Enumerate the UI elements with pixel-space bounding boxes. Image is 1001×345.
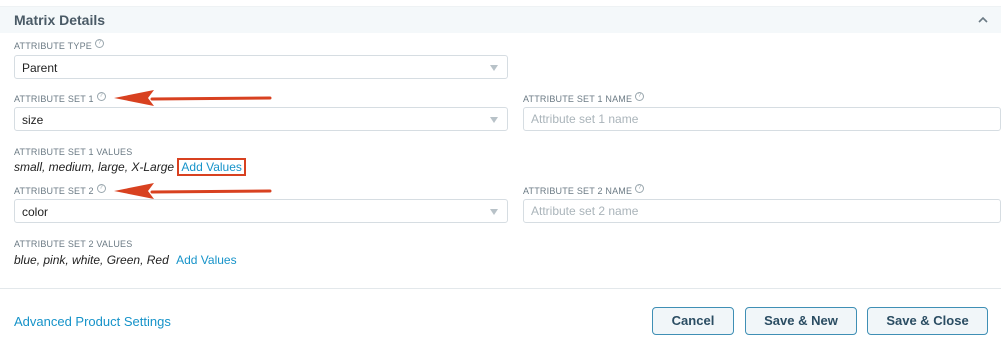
add-values-link-set-1[interactable]: Add Values [177,158,246,176]
add-values-link-set-2[interactable]: Add Values [176,253,237,267]
attribute-type-label: ATTRIBUTE TYPE? [14,39,104,51]
attribute-set-1-select[interactable]: size [14,107,508,131]
attribute-set-1-label-text: ATTRIBUTE SET 1 [14,94,94,104]
attribute-set-1-values-text: small, medium, large, X-Large [14,160,175,174]
annotation-arrow-icon [114,183,272,199]
save-close-button[interactable]: Save & Close [867,307,988,335]
attribute-type-value: Parent [22,61,58,75]
attribute-type-label-text: ATTRIBUTE TYPE [14,41,92,51]
section-header[interactable]: Matrix Details [0,6,1001,33]
section-title: Matrix Details [14,12,106,28]
annotation-arrow-icon [114,90,272,106]
attribute-set-2-values-label: ATTRIBUTE SET 2 VALUES [14,239,133,249]
attribute-set-1-name-label-text: ATTRIBUTE SET 1 NAME [523,94,633,104]
attribute-set-2-name-label-text: ATTRIBUTE SET 2 NAME [523,186,633,196]
help-icon[interactable]: ? [94,39,104,48]
help-icon[interactable]: ? [96,92,106,101]
attribute-set-1-label: ATTRIBUTE SET 1? [14,92,106,104]
caret-down-icon [490,65,498,71]
attribute-type-select[interactable]: Parent [14,55,508,79]
attribute-set-1-value: size [22,113,44,127]
footer-divider [0,288,1001,289]
help-icon[interactable]: ? [96,184,106,193]
attribute-set-2-values-text: blue, pink, white, Green, Red [14,253,169,267]
save-new-button[interactable]: Save & New [745,307,857,335]
help-icon[interactable]: ? [635,92,645,101]
attribute-set-1-name-label: ATTRIBUTE SET 1 NAME? [523,92,645,104]
chevron-up-icon[interactable] [978,16,988,23]
attribute-set-1-name-input[interactable] [523,107,1001,131]
attribute-set-1-values: small, medium, large, X-Large Add Values [14,158,246,176]
attribute-set-1-values-label: ATTRIBUTE SET 1 VALUES [14,147,133,157]
cancel-button[interactable]: Cancel [652,307,734,335]
attribute-set-2-select[interactable]: color [14,199,508,223]
attribute-set-2-values: blue, pink, white, Green, Red Add Values [14,253,237,267]
attribute-set-2-name-label: ATTRIBUTE SET 2 NAME? [523,184,645,196]
attribute-set-2-label-text: ATTRIBUTE SET 2 [14,186,94,196]
advanced-product-settings-link[interactable]: Advanced Product Settings [14,314,171,329]
caret-down-icon [490,209,498,215]
help-icon[interactable]: ? [635,184,645,193]
attribute-set-2-name-input[interactable] [523,199,1001,223]
attribute-set-2-label: ATTRIBUTE SET 2? [14,184,106,196]
caret-down-icon [490,117,498,123]
attribute-set-2-value: color [22,205,49,219]
